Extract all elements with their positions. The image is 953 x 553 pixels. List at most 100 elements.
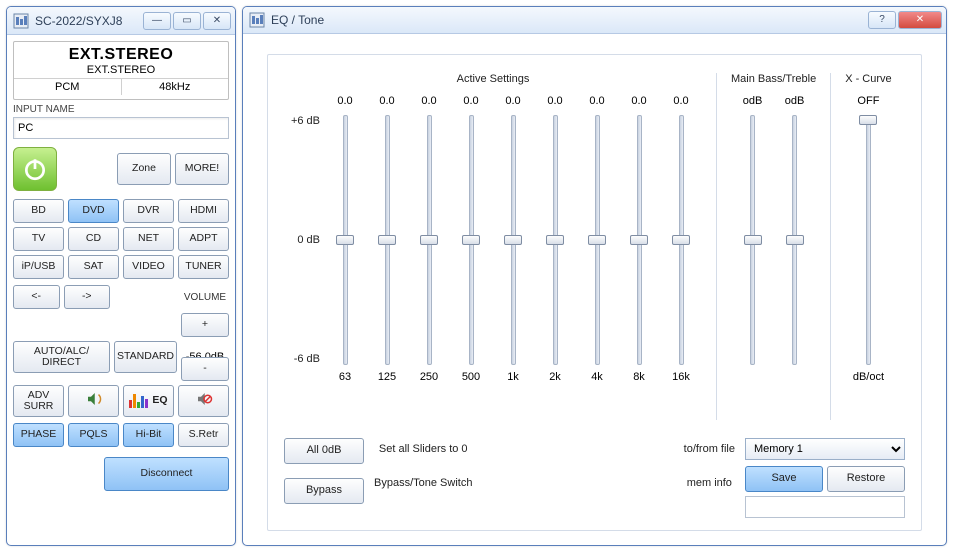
xcurve-cell: OFFdB/oct	[847, 95, 889, 391]
meminfo-input[interactable]	[745, 496, 905, 518]
bt-heading: Main Bass/Treble	[731, 73, 816, 87]
band-250-value: 0.0	[421, 95, 436, 115]
bypass-button[interactable]: Bypass	[284, 478, 364, 504]
tofrom-label: to/from file	[684, 443, 735, 455]
adv-surr-button[interactable]: ADV SURR	[13, 385, 64, 417]
volume-label: VOLUME	[181, 292, 229, 303]
zone-button[interactable]: Zone	[117, 153, 171, 185]
speaker-icon	[85, 390, 103, 411]
band-1k-cell: 0.01k	[492, 95, 534, 391]
restore-button[interactable]: Restore	[827, 466, 905, 492]
source-sat[interactable]: SAT	[68, 255, 119, 279]
xcurve-heading: X - Curve	[845, 73, 891, 87]
titlebar: SC-2022/SYXJ8 — ▭ ✕	[7, 7, 235, 35]
volume-up-button[interactable]: +	[181, 313, 229, 337]
source-video[interactable]: VIDEO	[123, 255, 174, 279]
band-125-slider[interactable]	[378, 115, 396, 365]
bass-slider[interactable]	[744, 115, 762, 365]
band-16k-label: 16k	[672, 371, 690, 391]
eq-button[interactable]: EQ	[123, 385, 174, 417]
input-name-field[interactable]	[13, 117, 229, 139]
toggle-sretr[interactable]: S.Retr	[178, 423, 229, 447]
eq-window-title: EQ / Tone	[271, 13, 866, 27]
source-adpt[interactable]: ADPT	[178, 227, 229, 251]
help-button[interactable]: ?	[868, 11, 896, 29]
save-button[interactable]: Save	[745, 466, 823, 492]
band-500-label: 500	[462, 371, 480, 391]
toggle-hibit[interactable]: Hi-Bit	[123, 423, 174, 447]
xcurve-group: X - Curve OFFdB/oct	[845, 73, 891, 391]
close-button[interactable]: ✕	[203, 12, 231, 30]
xcurve-slider[interactable]	[859, 115, 877, 365]
more-button[interactable]: MORE!	[175, 153, 229, 185]
xcurve-value: OFF	[857, 95, 879, 115]
band-4k-label: 4k	[591, 371, 603, 391]
band-500-slider[interactable]	[462, 115, 480, 365]
band-250-slider[interactable]	[420, 115, 438, 365]
band-8k-label: 8k	[633, 371, 645, 391]
treble-cell: odB	[774, 95, 816, 391]
source-tv[interactable]: TV	[13, 227, 64, 251]
app-icon	[13, 13, 29, 29]
toggle-pqls[interactable]: PQLS	[68, 423, 119, 447]
source-ipusb[interactable]: iP/USB	[13, 255, 64, 279]
active-settings-group: Active Settings +6 dB 0 dB -6 dB 0.0630.…	[284, 73, 702, 391]
speaker-cycle-button[interactable]	[68, 385, 119, 417]
bottom-toggle-row: PHASEPQLSHi-BitS.Retr	[13, 423, 229, 447]
band-2k-value: 0.0	[547, 95, 562, 115]
eq-close-button[interactable]: ✕	[898, 11, 942, 29]
source-grid: BDDVDDVRHDMI TVCDNETADPT iP/USBSATVIDEOTUN…	[13, 199, 229, 279]
band-125-cell: 0.0 125	[366, 95, 408, 391]
band-2k-label: 2k	[549, 371, 561, 391]
eq-titlebar: EQ / Tone ? ✕	[243, 7, 946, 34]
standard-button[interactable]: STANDARD	[114, 341, 177, 373]
disconnect-button[interactable]: Disconnect	[104, 457, 229, 491]
bass-value: odB	[743, 95, 763, 115]
source-hdmi[interactable]: HDMI	[178, 199, 229, 223]
source-cd[interactable]: CD	[68, 227, 119, 251]
speaker-off-icon	[195, 390, 213, 411]
minimize-button[interactable]: —	[143, 12, 171, 30]
meminfo-label: mem info	[687, 477, 732, 489]
band-63-cell: 0.063	[324, 95, 366, 391]
window-title: SC-2022/SYXJ8	[35, 14, 141, 28]
band-1k-value: 0.0	[505, 95, 520, 115]
band-250-label: 250	[420, 371, 438, 391]
next-button[interactable]: ->	[64, 285, 111, 309]
band-16k-value: 0.0	[673, 95, 688, 115]
band-250-cell: 0.0 250	[408, 95, 450, 391]
power-button[interactable]	[13, 147, 57, 191]
prev-button[interactable]: <-	[13, 285, 60, 309]
auto-alc-direct-button[interactable]: AUTO/ALC/ DIRECT	[13, 341, 110, 373]
band-8k-slider[interactable]	[630, 115, 648, 365]
band-4k-value: 0.0	[589, 95, 604, 115]
band-1k-slider[interactable]	[504, 115, 522, 365]
treble-value: odB	[785, 95, 805, 115]
speaker-disable-button[interactable]	[178, 385, 229, 417]
memory-select[interactable]: Memory 1	[745, 438, 905, 460]
volume-down-button[interactable]: -	[181, 357, 229, 381]
separator	[830, 73, 831, 420]
source-net[interactable]: NET	[123, 227, 174, 251]
source-dvd[interactable]: DVD	[68, 199, 119, 223]
band-2k-slider[interactable]	[546, 115, 564, 365]
band-16k-cell: 0.0 16k	[660, 95, 702, 391]
band-63-slider[interactable]	[336, 115, 354, 365]
band-4k-slider[interactable]	[588, 115, 606, 365]
eq-tone-window: EQ / Tone ? ✕ Active Settings +6 dB 0 dB	[242, 6, 947, 546]
mode-big: EXT.STEREO	[14, 46, 228, 64]
source-dvr[interactable]: DVR	[123, 199, 174, 223]
source-tuner[interactable]: TUNER	[178, 255, 229, 279]
band-125-value: 0.0	[379, 95, 394, 115]
treble-slider[interactable]	[786, 115, 804, 365]
all-0db-button[interactable]: All 0dB	[284, 438, 364, 464]
band-500-cell: 0.0500	[450, 95, 492, 391]
band-16k-slider[interactable]	[672, 115, 690, 365]
source-bd[interactable]: BD	[13, 199, 64, 223]
app-icon	[249, 12, 265, 28]
toggle-phase[interactable]: PHASE	[13, 423, 64, 447]
maximize-button[interactable]: ▭	[173, 12, 201, 30]
band-125-label: 125	[378, 371, 396, 391]
all0-desc: Set all Sliders to 0	[379, 443, 468, 455]
main-control-window: SC-2022/SYXJ8 — ▭ ✕ EXT.STEREO EXT.STERE…	[6, 6, 236, 546]
